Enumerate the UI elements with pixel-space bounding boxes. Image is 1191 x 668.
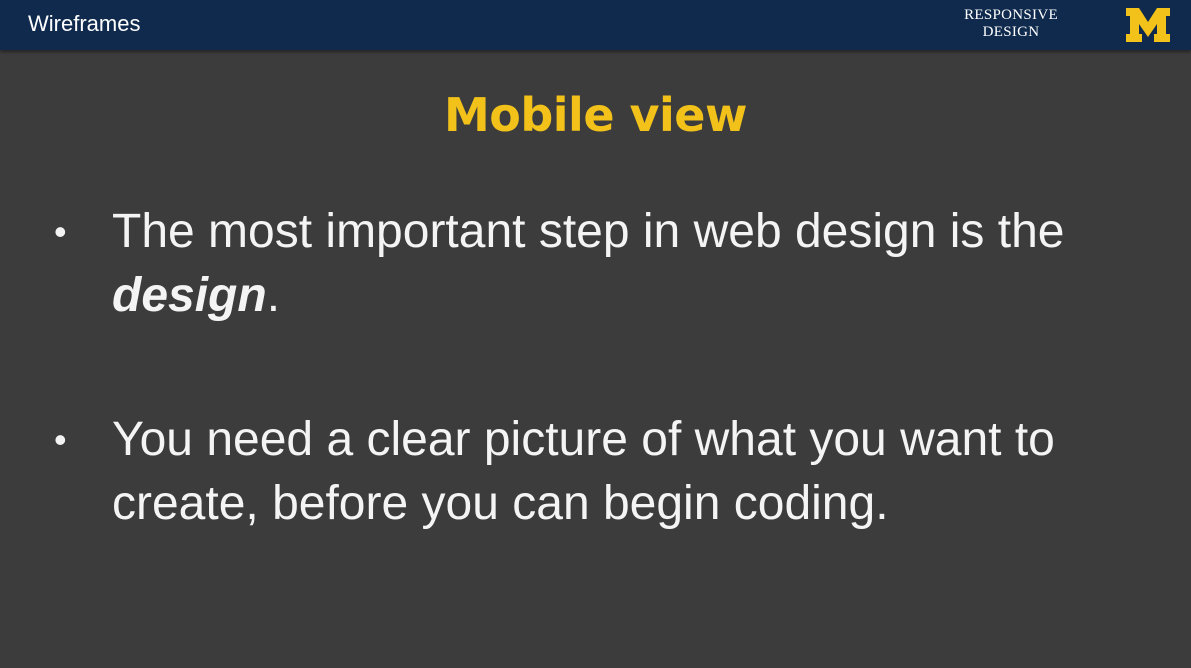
course-name-line2: DESIGN [982,24,1040,40]
course-name: RESPONSIVE DESIGN [948,7,1074,41]
university-logo-icon [1126,8,1170,42]
bullet-marker: • [54,419,67,460]
bullet-item: • The most important step in web design … [50,200,1150,328]
bullet-list: • The most important step in web design … [50,200,1150,536]
bullet-item: • You need a clear picture of what you w… [50,408,1150,536]
bullet-emphasis: design [112,269,267,322]
bullet-punctuation: . [266,269,281,322]
slide-title: Mobile view [443,88,748,142]
bullet-text: You need a clear picture of what you wan… [112,413,1055,530]
section-title: Wireframes [28,11,141,36]
bullet-marker: • [54,211,67,252]
bullet-text: The most important step in web design is… [112,205,1065,258]
header-bar: Wireframes RESPONSIVE DESIGN [0,0,1191,50]
course-name-line1: RESPONSIVE [964,7,1058,23]
slide: Wireframes RESPONSIVE DESIGN Mobile view… [0,0,1191,668]
